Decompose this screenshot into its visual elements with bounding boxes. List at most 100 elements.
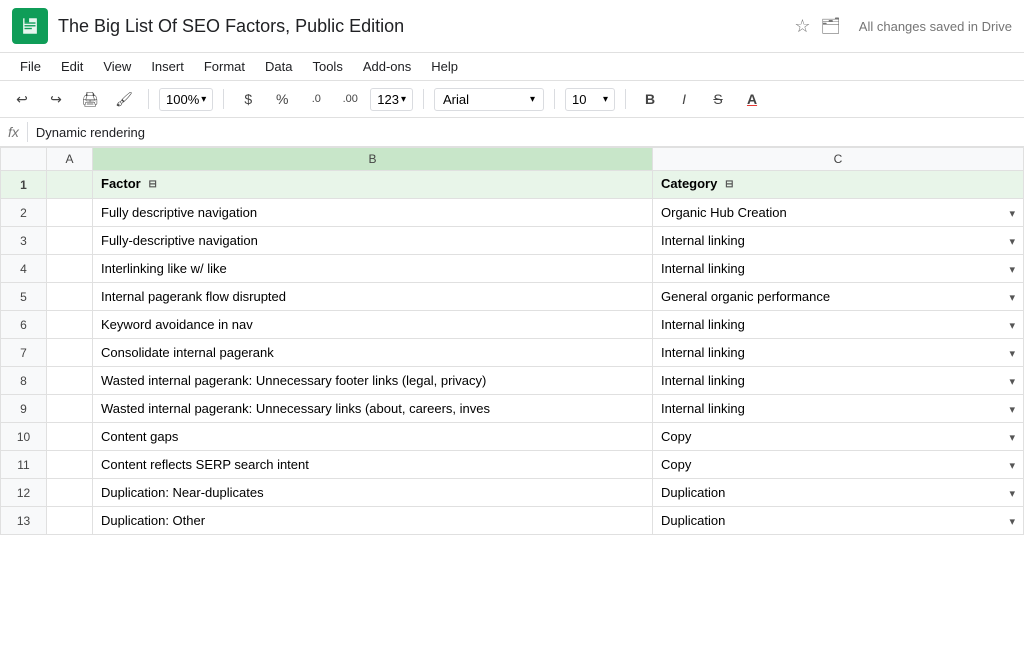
number-format-selector[interactable]: 123 ▾ — [370, 88, 413, 111]
category-dropdown-arrow[interactable]: ▾ — [1009, 515, 1015, 528]
menu-view[interactable]: View — [95, 55, 139, 78]
formula-bar: fx Dynamic rendering — [0, 118, 1024, 147]
category-dropdown-arrow[interactable]: ▾ — [1009, 403, 1015, 416]
star-icon[interactable]: ☆ — [794, 16, 810, 37]
category-dropdown-arrow[interactable]: ▾ — [1009, 375, 1015, 388]
table-row[interactable]: 9Wasted internal pagerank: Unnecessary l… — [1, 395, 1024, 423]
menu-help[interactable]: Help — [423, 55, 466, 78]
cell-category[interactable]: Internal linking▾ — [653, 395, 1024, 423]
cell-a[interactable] — [47, 507, 93, 535]
cell-a[interactable] — [47, 255, 93, 283]
category-dropdown-arrow[interactable]: ▾ — [1009, 263, 1015, 276]
italic-button[interactable]: I — [670, 85, 698, 113]
cell-category[interactable]: Organic Hub Creation▾ — [653, 199, 1024, 227]
menu-insert[interactable]: Insert — [143, 55, 192, 78]
table-row[interactable]: 8Wasted internal pagerank: Unnecessary f… — [1, 367, 1024, 395]
cell-factor[interactable]: Internal pagerank flow disrupted — [93, 283, 653, 311]
table-row[interactable]: 10Content gapsCopy▾ — [1, 423, 1024, 451]
cell-category[interactable]: Internal linking▾ — [653, 367, 1024, 395]
cell-category[interactable]: General organic performance▾ — [653, 283, 1024, 311]
cell-factor[interactable]: Duplication: Other — [93, 507, 653, 535]
table-row[interactable]: 11Content reflects SERP search intentCop… — [1, 451, 1024, 479]
category-dropdown-arrow[interactable]: ▾ — [1009, 235, 1015, 248]
category-dropdown-arrow[interactable]: ▾ — [1009, 431, 1015, 444]
undo-button[interactable]: ↩ — [8, 85, 36, 113]
cell-a[interactable] — [47, 339, 93, 367]
spreadsheet: A B C 1Factor⊟Category⊟2Fully descriptiv… — [0, 147, 1024, 535]
percent-button[interactable]: % — [268, 85, 296, 113]
paint-format-button[interactable]: 🖌 — [110, 85, 138, 113]
cell-category[interactable]: Copy▾ — [653, 451, 1024, 479]
category-dropdown-arrow[interactable]: ▾ — [1009, 207, 1015, 220]
decimal-inc-button[interactable]: .00 — [336, 85, 364, 113]
col-header-b[interactable]: B — [93, 148, 653, 171]
cell-a[interactable] — [47, 171, 93, 199]
cell-a[interactable] — [47, 199, 93, 227]
redo-button[interactable]: ↪ — [42, 85, 70, 113]
menu-tools[interactable]: Tools — [304, 55, 350, 78]
cell-factor[interactable]: Fully descriptive navigation — [93, 199, 653, 227]
cell-category[interactable]: Category⊟ — [653, 171, 1024, 199]
cell-a[interactable] — [47, 227, 93, 255]
col-header-a[interactable]: A — [47, 148, 93, 171]
folder-icon[interactable]: 🗂 — [820, 16, 840, 36]
table-row[interactable]: 4Interlinking like w/ likeInternal linki… — [1, 255, 1024, 283]
cell-factor[interactable]: Keyword avoidance in nav — [93, 311, 653, 339]
table-row[interactable]: 1Factor⊟Category⊟ — [1, 171, 1024, 199]
category-dropdown-arrow[interactable]: ▾ — [1009, 291, 1015, 304]
font-size-selector[interactable]: 10 ▾ — [565, 88, 615, 111]
table-row[interactable]: 2Fully descriptive navigationOrganic Hub… — [1, 199, 1024, 227]
font-selector[interactable]: Arial ▾ — [434, 88, 544, 111]
table-row[interactable]: 13Duplication: OtherDuplication▾ — [1, 507, 1024, 535]
cell-category[interactable]: Internal linking▾ — [653, 311, 1024, 339]
cell-factor[interactable]: Wasted internal pagerank: Unnecessary fo… — [93, 367, 653, 395]
category-dropdown-arrow[interactable]: ▾ — [1009, 487, 1015, 500]
cell-factor[interactable]: Consolidate internal pagerank — [93, 339, 653, 367]
cell-factor[interactable]: Content reflects SERP search intent — [93, 451, 653, 479]
separator-1 — [148, 89, 149, 109]
table-row[interactable]: 12Duplication: Near-duplicatesDuplicatio… — [1, 479, 1024, 507]
table-row[interactable]: 7Consolidate internal pagerankInternal l… — [1, 339, 1024, 367]
cell-category[interactable]: Duplication▾ — [653, 507, 1024, 535]
cell-a[interactable] — [47, 423, 93, 451]
menu-addons[interactable]: Add-ons — [355, 55, 419, 78]
cell-factor[interactable]: Duplication: Near-duplicates — [93, 479, 653, 507]
category-dropdown-arrow[interactable]: ▾ — [1009, 459, 1015, 472]
cell-factor[interactable]: Wasted internal pagerank: Unnecessary li… — [93, 395, 653, 423]
cell-factor[interactable]: Fully-descriptive navigation — [93, 227, 653, 255]
table-row[interactable]: 5Internal pagerank flow disruptedGeneral… — [1, 283, 1024, 311]
cell-category[interactable]: Internal linking▾ — [653, 227, 1024, 255]
cell-a[interactable] — [47, 395, 93, 423]
formula-content[interactable]: Dynamic rendering — [36, 125, 145, 140]
filter-icon-factor[interactable]: ⊟ — [145, 177, 161, 193]
cell-a[interactable] — [47, 311, 93, 339]
filter-icon-category[interactable]: ⊟ — [721, 177, 737, 193]
table-row[interactable]: 3Fully-descriptive navigationInternal li… — [1, 227, 1024, 255]
cell-category[interactable]: Copy▾ — [653, 423, 1024, 451]
menu-format[interactable]: Format — [196, 55, 253, 78]
table-row[interactable]: 6Keyword avoidance in navInternal linkin… — [1, 311, 1024, 339]
col-header-c[interactable]: C — [653, 148, 1024, 171]
print-button[interactable]: 🖨 — [76, 85, 104, 113]
menu-data[interactable]: Data — [257, 55, 300, 78]
cell-category[interactable]: Internal linking▾ — [653, 339, 1024, 367]
cell-factor[interactable]: Interlinking like w/ like — [93, 255, 653, 283]
cell-category[interactable]: Duplication▾ — [653, 479, 1024, 507]
bold-button[interactable]: B — [636, 85, 664, 113]
strikethrough-button[interactable]: S — [704, 85, 732, 113]
font-color-button[interactable]: A — [738, 85, 766, 113]
zoom-selector[interactable]: 100% ▾ — [159, 88, 213, 111]
cell-a[interactable] — [47, 367, 93, 395]
menu-edit[interactable]: Edit — [53, 55, 91, 78]
cell-a[interactable] — [47, 283, 93, 311]
decimal-dec-button[interactable]: .0 — [302, 85, 330, 113]
category-dropdown-arrow[interactable]: ▾ — [1009, 347, 1015, 360]
cell-factor[interactable]: Content gaps — [93, 423, 653, 451]
cell-category[interactable]: Internal linking▾ — [653, 255, 1024, 283]
cell-factor[interactable]: Factor⊟ — [93, 171, 653, 199]
menu-file[interactable]: File — [12, 55, 49, 78]
category-dropdown-arrow[interactable]: ▾ — [1009, 319, 1015, 332]
cell-a[interactable] — [47, 451, 93, 479]
cell-a[interactable] — [47, 479, 93, 507]
currency-button[interactable]: $ — [234, 85, 262, 113]
